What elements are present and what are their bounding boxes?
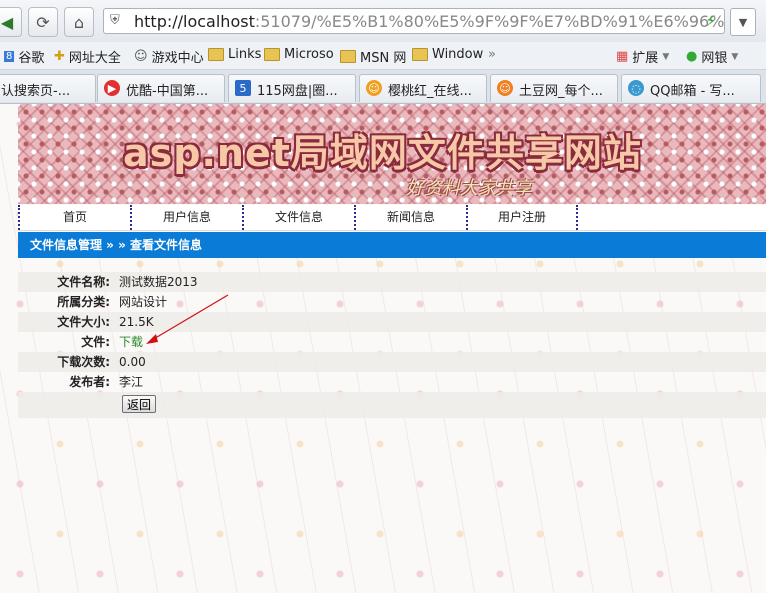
back-button[interactable]: 返回 xyxy=(122,395,157,413)
chevron-down-icon: ▼ xyxy=(731,51,739,62)
nav-news-info[interactable]: 新闻信息 xyxy=(354,205,466,230)
file-size-value: 21.5K xyxy=(119,315,154,329)
address-bar[interactable]: ⛨ http://localhost:51079/%E5%B1%80%E5%9F… xyxy=(103,8,725,34)
table-row: 文件: 下载 xyxy=(18,332,766,352)
nav-home[interactable]: 首页 xyxy=(18,205,130,230)
file-info-table: 文件名称: 测试数据2013 所属分类: 网站设计 文件大小: 21.5K 文件… xyxy=(18,272,766,418)
extensions-button[interactable]: ▦ 扩展 ▼ xyxy=(616,47,669,66)
loading-icon: ◌ xyxy=(628,80,644,96)
bookmark-google[interactable]: 8 谷歌 xyxy=(4,47,44,66)
site-banner: asp.net局域网文件共享网站 好资料大家共享 xyxy=(18,104,766,204)
banner-subtitle: 好资料大家共享 xyxy=(406,178,532,199)
nav-register[interactable]: 用户注册 xyxy=(466,205,578,230)
tab-cherry[interactable]: ☺ 樱桃红_在线... xyxy=(359,74,487,102)
bookmark-games[interactable]: ☺ 游戏中心 xyxy=(134,47,204,66)
extension-icon: ▦ xyxy=(616,49,629,64)
bookmark-msn[interactable]: MSN 网 xyxy=(340,47,406,66)
banner-title: asp.net局域网文件共享网站 xyxy=(123,131,642,175)
row-label: 文件名称: xyxy=(57,275,110,289)
download-link[interactable]: 下载 xyxy=(119,332,143,352)
folder-icon xyxy=(208,48,224,61)
url-text: http://localhost:51079/%E5%B1%80%E5%9F%9… xyxy=(134,12,725,31)
row-label: 文件大小: xyxy=(57,315,110,329)
bank-icon: ● xyxy=(686,49,698,64)
nav-user-info[interactable]: 用户信息 xyxy=(130,205,242,230)
back-nav-icon[interactable]: ◀ xyxy=(0,7,22,37)
tab-strip: 认搜索页-... ▶ 优酷-中国第... 5 115网盘|圈... ☺ 樱桃红_在线.… xyxy=(0,70,766,104)
row-label: 所属分类: xyxy=(57,295,110,309)
table-row: 文件大小: 21.5K xyxy=(18,312,766,332)
tab-search[interactable]: 认搜索页-... xyxy=(0,74,96,102)
lightning-icon[interactable]: ⚡ xyxy=(705,12,716,30)
smiley-icon: ☺ xyxy=(497,80,513,96)
page-content: asp.net局域网文件共享网站 好资料大家共享 首页 用户信息 文件信息 新闻… xyxy=(0,104,766,593)
folder-icon xyxy=(340,50,356,63)
download-count-value: 0.00 xyxy=(119,355,146,369)
google-icon: 8 xyxy=(4,51,15,62)
table-row: 发布者: 李江 xyxy=(18,372,766,392)
bookmarks-overflow[interactable]: » xyxy=(488,47,496,62)
table-row: 所属分类: 网站设计 xyxy=(18,292,766,312)
row-label: 发布者: xyxy=(69,375,110,389)
folder-icon xyxy=(412,48,428,61)
category-value: 网站设计 xyxy=(119,295,168,309)
bookmark-microsoft[interactable]: Microso xyxy=(264,47,334,62)
row-label: 文件: xyxy=(81,335,110,349)
play-icon: ▶ xyxy=(104,80,120,96)
browser-toolbar: ◀ ⟳ ⌂ ⛨ http://localhost:51079/%E5%B1%80… xyxy=(0,0,766,43)
tab-tudou[interactable]: ☺ 土豆网_每个... xyxy=(490,74,618,102)
smiley-icon: ☺ xyxy=(366,80,382,96)
shield-icon: ⛨ xyxy=(110,13,120,28)
url-dropdown-icon[interactable]: ▼ xyxy=(730,8,756,36)
publisher-value: 李江 xyxy=(119,375,144,389)
bookmark-windows[interactable]: Window xyxy=(412,47,483,62)
bookmark-links[interactable]: Links xyxy=(208,47,261,62)
tab-115[interactable]: 5 115网盘|圈... xyxy=(228,74,356,102)
refresh-icon[interactable]: ⟳ xyxy=(28,7,58,37)
home-icon[interactable]: ⌂ xyxy=(64,7,94,37)
nav-file-info[interactable]: 文件信息 xyxy=(242,205,354,230)
site-nav: 首页 用户信息 文件信息 新闻信息 用户注册 xyxy=(18,205,766,231)
ebank-button[interactable]: ● 网银 ▼ xyxy=(686,47,738,66)
chevron-down-icon: ▼ xyxy=(662,51,670,62)
star-icon: ✚ xyxy=(54,49,65,64)
tab-youku[interactable]: ▶ 优酷-中国第... xyxy=(97,74,225,102)
bookmarks-bar: 8 谷歌 ✚ 网址大全 ☺ 游戏中心 Links Microso MSN 网 Wind… xyxy=(0,42,766,70)
table-row: 文件名称: 测试数据2013 xyxy=(18,272,766,292)
bookmark-hao123[interactable]: ✚ 网址大全 xyxy=(54,47,121,66)
button-row: 返回 xyxy=(18,392,766,418)
row-label: 下载次数: xyxy=(57,355,110,369)
table-row: 下载次数: 0.00 xyxy=(18,352,766,372)
115-icon: 5 xyxy=(235,80,251,96)
tab-qqmail[interactable]: ◌ QQ邮箱 - 写... xyxy=(621,74,761,102)
file-name-value: 测试数据2013 xyxy=(119,275,198,289)
game-icon: ☺ xyxy=(134,49,148,64)
breadcrumb: 文件信息管理 » » 查看文件信息 xyxy=(18,232,766,258)
folder-icon xyxy=(264,48,280,61)
